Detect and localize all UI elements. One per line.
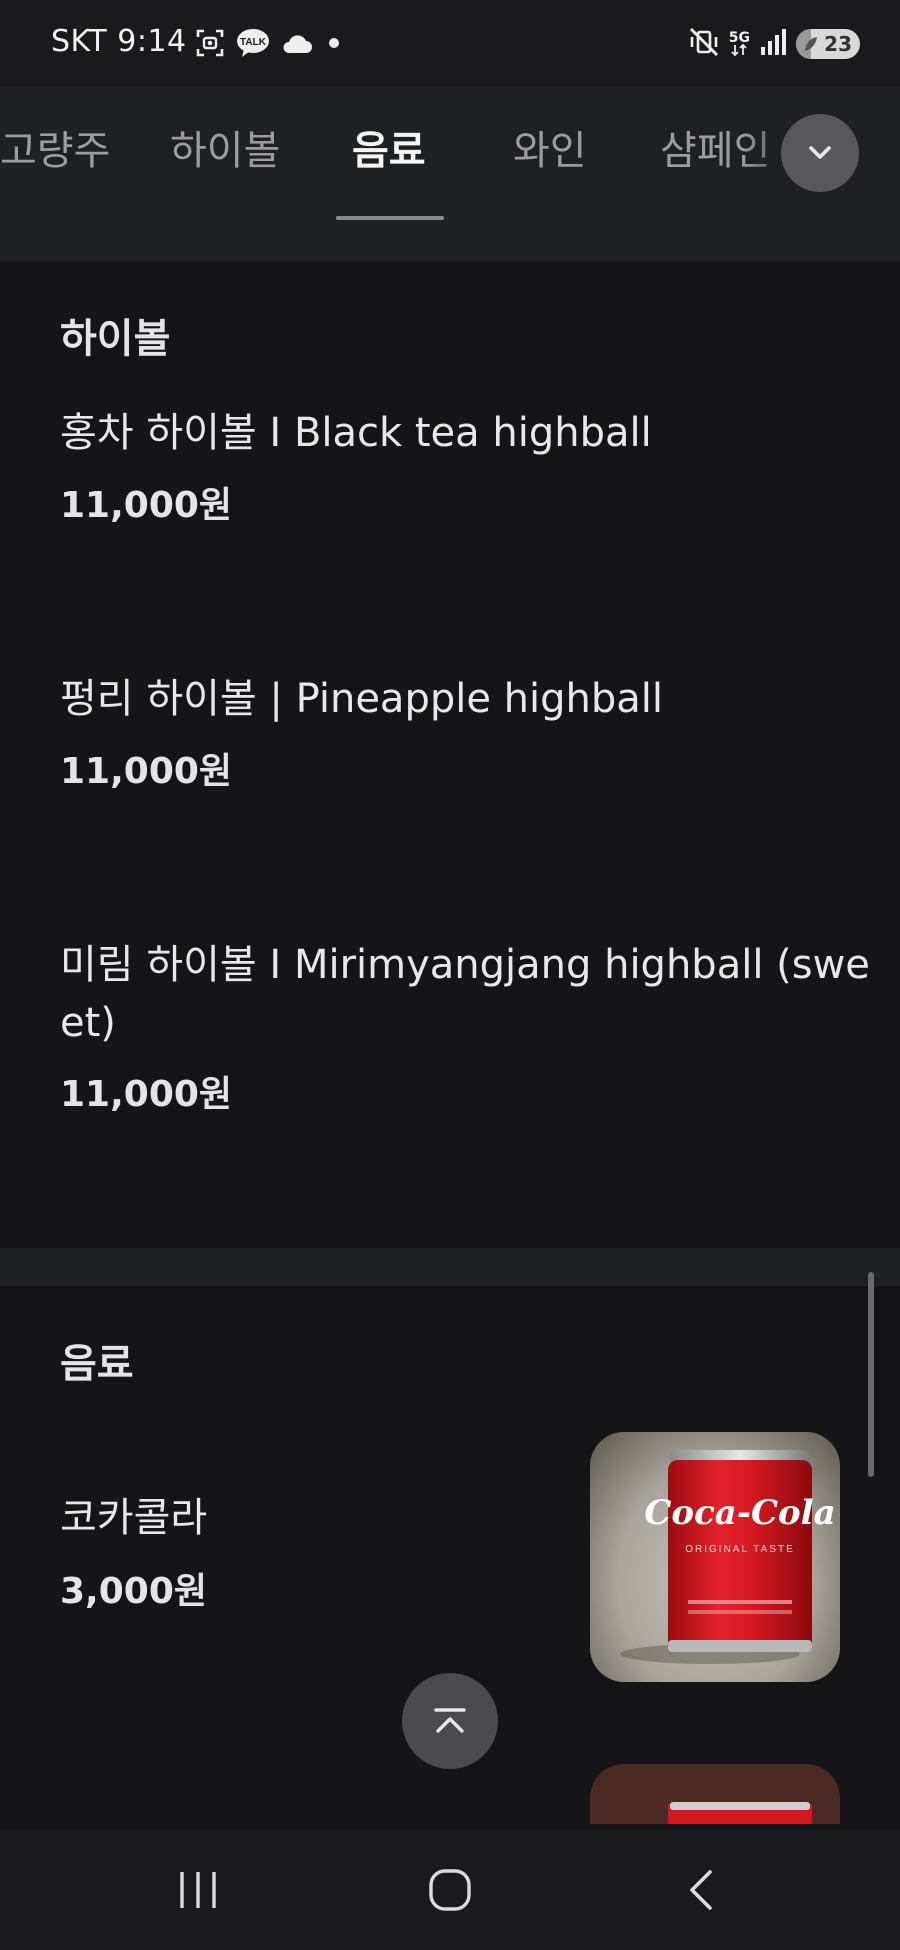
back-icon <box>690 1869 712 1910</box>
item-price: 11,000원 <box>60 485 233 526</box>
talk-label: TALK <box>240 37 267 48</box>
status-icons-left: TALK <box>195 28 344 62</box>
tab-goryangju[interactable]: 고량주 <box>0 118 110 176</box>
carrier-time: SKT 9:14 <box>51 24 187 59</box>
5g-icon: 5G <box>728 30 750 56</box>
recent-apps-button[interactable] <box>138 1829 258 1950</box>
active-tab-indicator <box>336 216 444 220</box>
notification-dot-icon <box>324 33 344 57</box>
mute-vibrate-icon <box>688 26 720 62</box>
cloud-icon <box>281 31 313 59</box>
section-title-highball: 하이볼 <box>60 316 171 362</box>
item-name-mirim-highball-line1[interactable]: 미림 하이볼 I Mirimyangjang highball (swe <box>60 936 870 994</box>
item-name-coca-cola[interactable]: 코카콜라 <box>60 1489 207 1547</box>
tab-highball[interactable]: 하이볼 <box>170 118 280 176</box>
item-name-pineapple-highball[interactable]: 펑리 하이볼 | Pineapple highball <box>60 670 663 728</box>
coca-cola-product-image[interactable]: Coca-Cola ORIGINAL TASTE <box>590 1432 840 1682</box>
tab-wine[interactable]: 와인 <box>513 118 587 176</box>
item-price: 11,000원 <box>60 751 233 792</box>
status-icons-right: 5G 23 <box>688 27 860 61</box>
screenshot-icon <box>195 28 225 62</box>
scrollbar[interactable] <box>868 1272 874 1477</box>
coca-cola-can-image: Coca-Cola ORIGINAL TASTE <box>620 1450 836 1664</box>
kakaotalk-icon: TALK <box>236 28 270 62</box>
status-bar: SKT 9:14 TALK 5G 23 <box>0 0 900 86</box>
can-image-partial <box>668 1802 812 1824</box>
section-divider <box>0 1248 900 1286</box>
next-product-image[interactable] <box>590 1764 840 1824</box>
coca-cola-sub-text: ORIGINAL TASTE <box>685 1544 795 1555</box>
tab-drinks[interactable]: 음료 <box>352 118 426 176</box>
item-name-black-tea-highball[interactable]: 홍차 하이볼 I Black tea highball <box>60 404 652 462</box>
section-title-drinks: 음료 <box>60 1341 134 1387</box>
home-icon <box>429 1868 471 1911</box>
back-button[interactable] <box>642 1829 762 1950</box>
item-price: 3,000원 <box>60 1571 207 1612</box>
network-type: 5G <box>728 30 750 46</box>
recent-apps-icon <box>180 1871 216 1908</box>
item-price: 11,000원 <box>60 1074 233 1115</box>
coca-cola-brand-text: Coca-Cola <box>644 1493 835 1533</box>
scroll-top-icon <box>434 1708 466 1733</box>
system-nav-bar <box>0 1829 900 1950</box>
item-name-mirim-highball-line2[interactable]: et) <box>60 994 116 1052</box>
battery-level: 23 <box>824 32 852 56</box>
expand-categories-button[interactable] <box>781 114 859 192</box>
home-button[interactable] <box>390 1829 510 1950</box>
signal-icon <box>759 27 787 61</box>
battery-icon: 23 <box>796 29 860 59</box>
chevron-down-icon <box>809 146 831 159</box>
category-tab-bar: 고량주 하이볼 음료 와인 샴페인 <box>0 86 900 261</box>
scroll-to-top-button[interactable] <box>402 1673 498 1769</box>
